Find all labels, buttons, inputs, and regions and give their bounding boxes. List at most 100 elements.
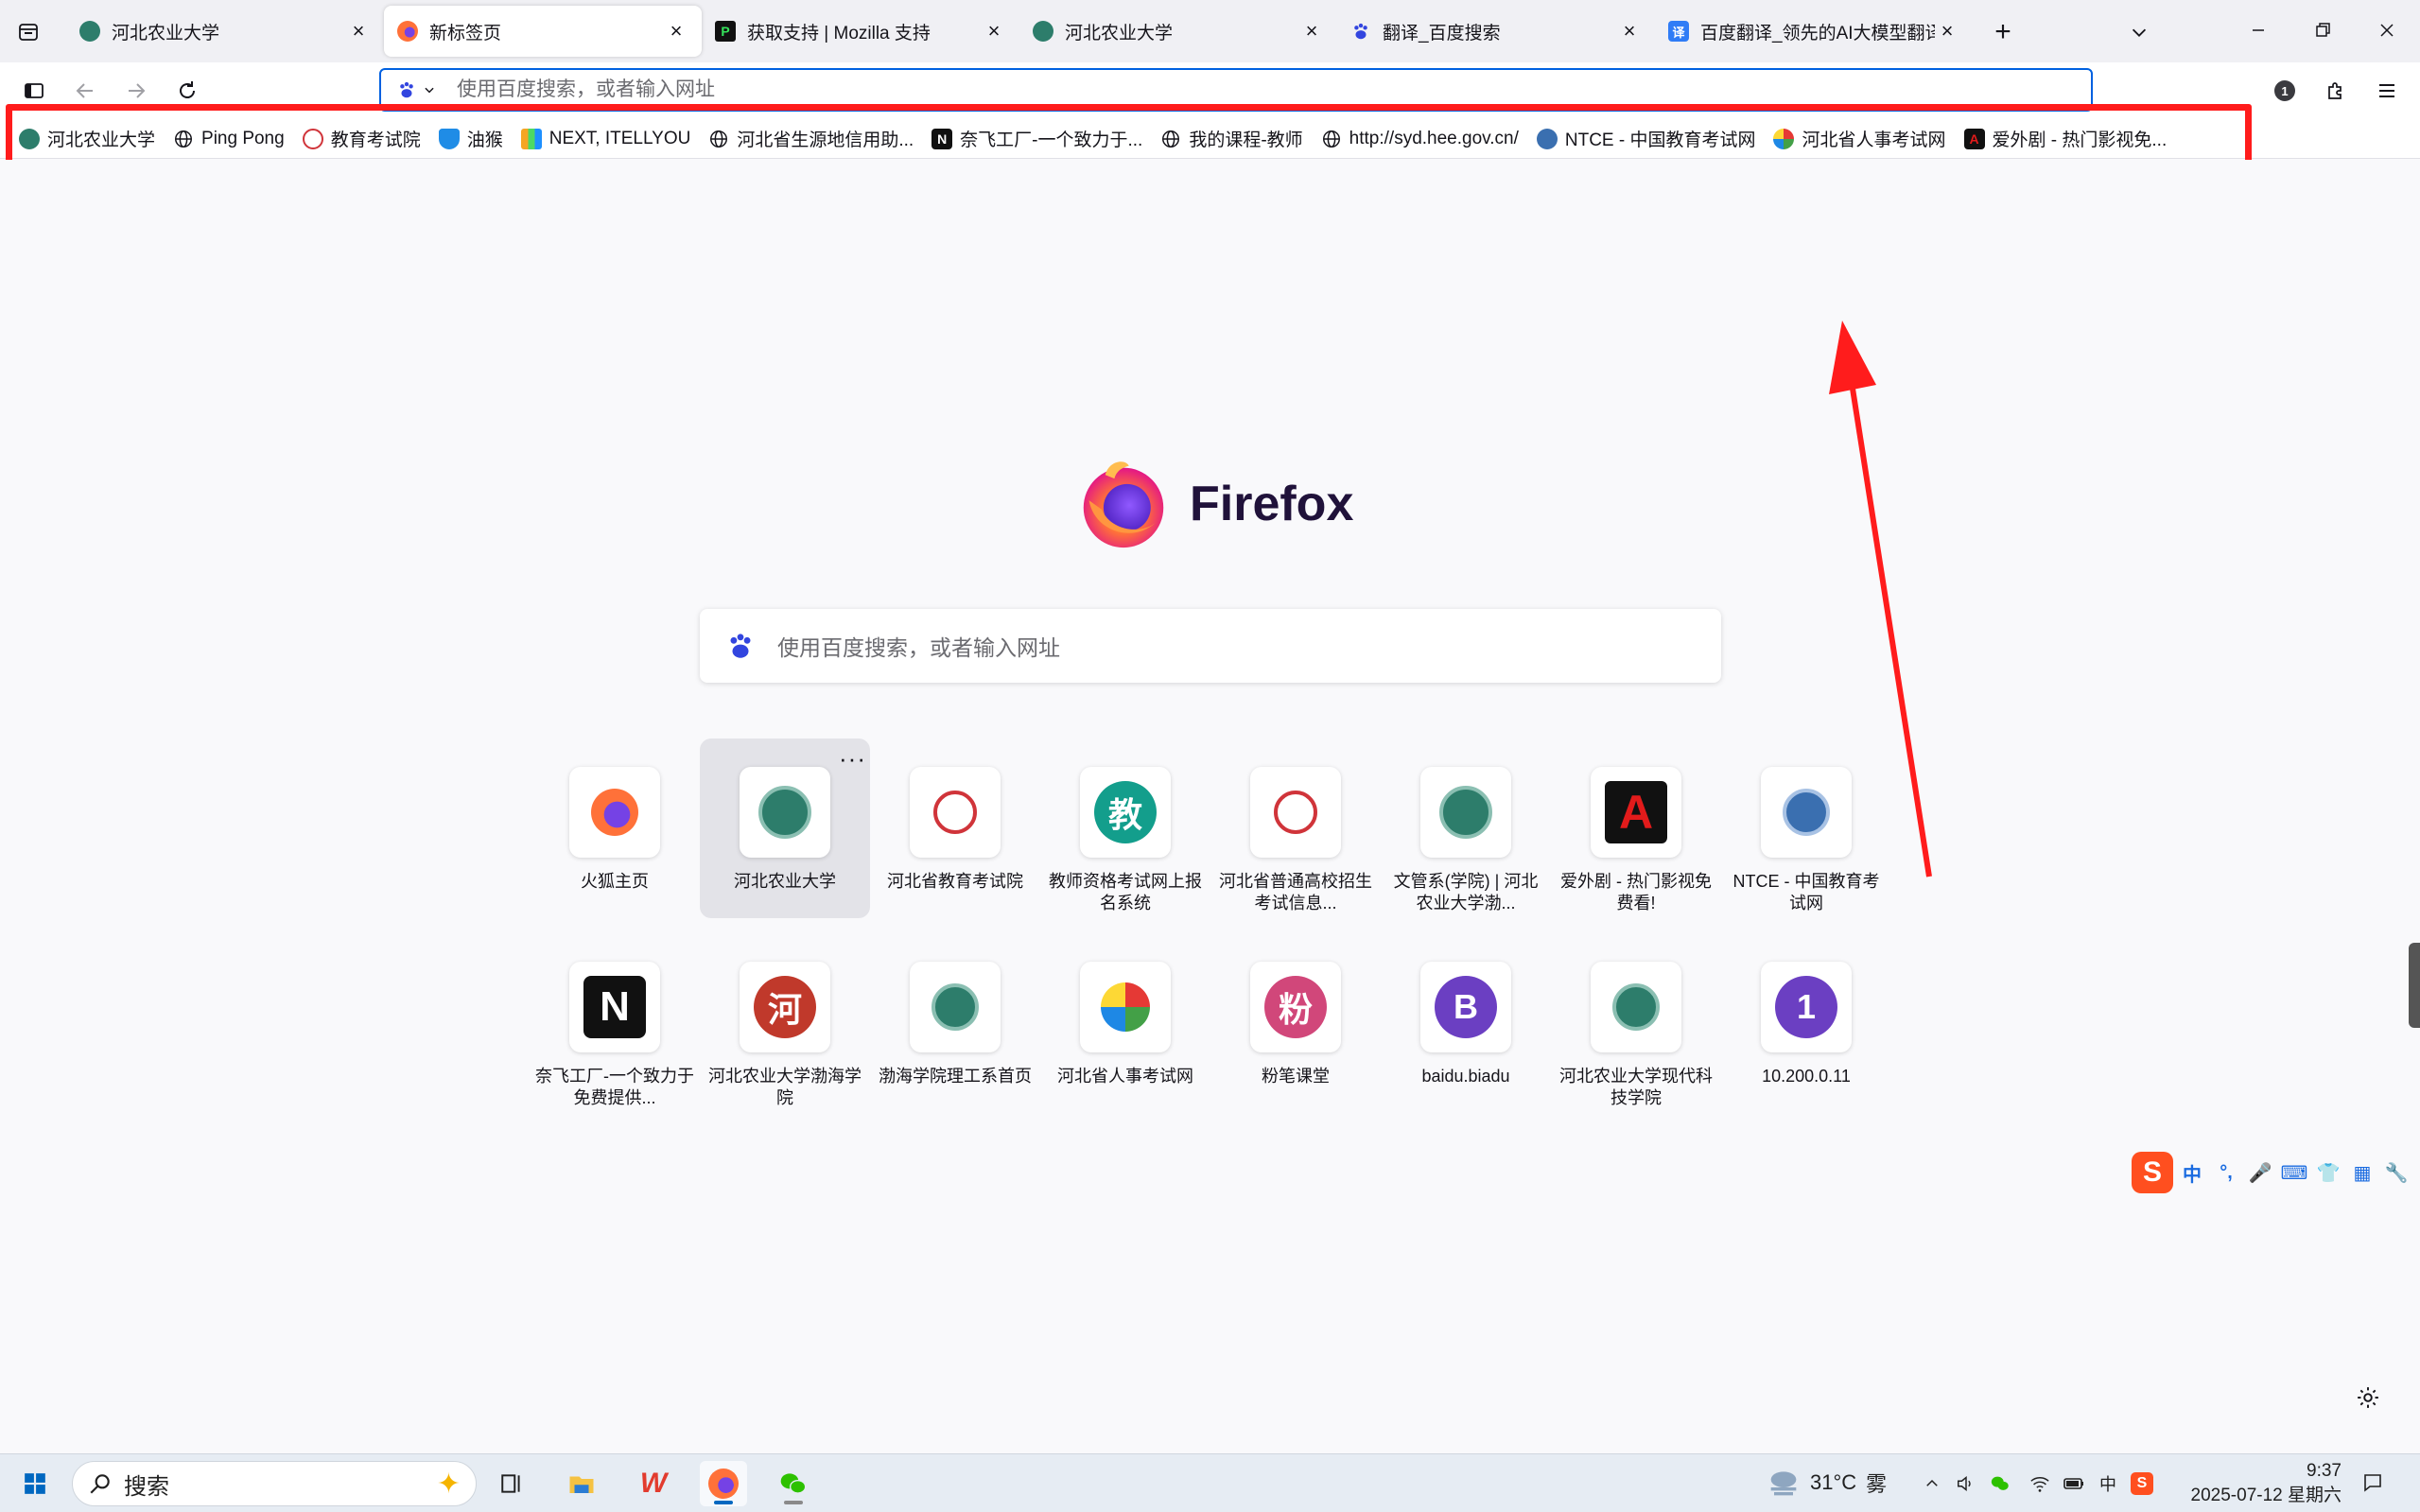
bookmark-label: 河北省生源地信用助... <box>737 130 914 150</box>
volume-button[interactable] <box>1950 1468 1982 1500</box>
close-icon[interactable]: × <box>1299 19 1324 43</box>
side-panel-handle[interactable] <box>2409 943 2420 1028</box>
close-icon[interactable]: × <box>982 19 1006 43</box>
plus-icon: + <box>1994 16 2011 47</box>
tab-new-tab[interactable]: 新标签页 × <box>384 6 702 57</box>
bookmark-item[interactable]: A 爱外剧 - 热门影视免... <box>1959 123 2173 155</box>
shortcut-label: 文管系(学院) | 河北农业大学渤... <box>1393 872 1539 912</box>
bookmark-item[interactable]: 河北省生源地信用助... <box>703 123 919 155</box>
reload-button[interactable] <box>170 74 204 108</box>
sogou-ime-logo-icon[interactable]: S <box>2132 1152 2173 1193</box>
shortcut-tile[interactable]: A 爱外剧 - 热门影视免费看! <box>1551 739 1721 918</box>
tab-hebau-2[interactable]: 河北农业大学 × <box>1019 6 1337 57</box>
university-seal-icon <box>931 983 979 1031</box>
firefox-taskbar-button[interactable] <box>700 1461 747 1506</box>
sidebar-toggle-button[interactable] <box>17 74 51 108</box>
bookmark-item[interactable]: 我的课程-教师 <box>1155 123 1308 155</box>
chevron-down-icon <box>425 87 434 94</box>
input-method-indicator[interactable]: 中 <box>2092 1468 2124 1500</box>
address-bar[interactable] <box>379 68 2093 112</box>
wechat-tray-button[interactable] <box>1984 1468 2016 1500</box>
url-input[interactable] <box>447 78 2091 101</box>
show-hidden-icons-button[interactable] <box>1916 1468 1948 1500</box>
notification-icon <box>2364 1474 2381 1492</box>
toolbox-icon[interactable]: ▦ <box>2347 1157 2377 1188</box>
shortcut-tile[interactable]: 火狐主页 <box>530 739 700 918</box>
taskbar-search[interactable]: 搜索 ✦ <box>72 1461 477 1506</box>
weather-widget[interactable]: 31°C 雾 <box>1765 1464 1887 1502</box>
shortcut-tile[interactable]: 河北农业大学现代科技学院 <box>1551 933 1721 1113</box>
bookmark-item[interactable]: NTCE - 中国教育考试网 <box>1531 123 1762 155</box>
wechat-button[interactable] <box>770 1461 817 1506</box>
tab-mozilla-support[interactable]: P 获取支持 | Mozilla 支持 × <box>702 6 1019 57</box>
shortcut-tile[interactable]: 河北省人事考试网 <box>1040 933 1210 1113</box>
notion-n-icon: N <box>931 128 953 149</box>
shortcut-tile[interactable]: 河北农业大学 ··· <box>700 739 870 918</box>
battery-button[interactable] <box>2058 1468 2090 1500</box>
close-icon[interactable]: × <box>664 19 688 43</box>
bookmark-item[interactable]: NEXT, ITELLYOU <box>515 123 697 155</box>
search-engine-button[interactable] <box>385 72 447 108</box>
start-button[interactable] <box>11 1461 59 1506</box>
bookmark-item[interactable]: Ping Pong <box>167 123 290 155</box>
tab-overview-button[interactable] <box>11 15 45 49</box>
bookmark-label: 我的课程-教师 <box>1189 130 1303 150</box>
extension-button[interactable]: 1 <box>2268 74 2302 108</box>
keyboard-icon[interactable]: ⌨ <box>2279 1157 2309 1188</box>
new-tab-button[interactable]: + <box>1986 15 2020 49</box>
ntce-seal-icon <box>1536 128 1558 149</box>
notification-center-button[interactable] <box>2357 1467 2389 1499</box>
shortcut-tile[interactable]: 教 教师资格考试网上报名系统 <box>1040 739 1210 918</box>
back-arrow-icon <box>76 83 93 98</box>
task-view-button[interactable] <box>488 1461 535 1506</box>
back-button[interactable] <box>68 74 102 108</box>
close-icon[interactable]: × <box>1617 19 1642 43</box>
shortcut-tile[interactable]: B baidu.biadu <box>1381 933 1551 1113</box>
shortcut-tile[interactable]: NTCE - 中国教育考试网 <box>1721 739 1891 918</box>
shortcut-tile[interactable]: 河 河北农业大学渤海学院 <box>700 933 870 1113</box>
sogou-tray-button[interactable]: S <box>2126 1468 2158 1500</box>
extensions-menu-button[interactable] <box>2319 74 2353 108</box>
tab-hebau-1[interactable]: 河北农业大学 × <box>66 6 384 57</box>
tab-baidu-search[interactable]: 翻译_百度搜索 × <box>1337 6 1655 57</box>
personalize-newtab-button[interactable] <box>2351 1381 2385 1415</box>
restore-button[interactable] <box>2304 13 2342 47</box>
shortcut-label: 河北农业大学渤海学院 <box>708 1067 862 1107</box>
shortcut-tile[interactable]: 文管系(学院) | 河北农业大学渤... <box>1381 739 1551 918</box>
settings-wrench-icon[interactable]: 🔧 <box>2381 1157 2411 1188</box>
shortcut-tile[interactable]: N 奈飞工厂-一个致力于免费提供... <box>530 933 700 1113</box>
shortcut-tile[interactable]: 河北省教育考试院 <box>870 739 1040 918</box>
bookmark-item[interactable]: http://syd.hee.gov.cn/ <box>1315 123 1524 155</box>
shortcut-tile[interactable]: 渤海学院理工系首页 <box>870 933 1040 1113</box>
app-menu-button[interactable] <box>2370 74 2404 108</box>
list-all-tabs-button[interactable] <box>2122 15 2156 49</box>
skin-icon[interactable]: 👕 <box>2313 1157 2343 1188</box>
ime-punctuation-icon[interactable]: °, <box>2211 1157 2241 1188</box>
forward-button[interactable] <box>119 74 153 108</box>
more-options-icon[interactable]: ··· <box>839 744 866 773</box>
clock-time: 9:37 <box>2307 1461 2342 1481</box>
restore-icon <box>2316 23 2330 37</box>
wps-button[interactable]: W <box>630 1461 677 1506</box>
newtab-search-box[interactable]: 使用百度搜索，或者输入网址 <box>700 609 1721 683</box>
microphone-icon[interactable]: 🎤 <box>2245 1157 2275 1188</box>
system-clock[interactable]: 9:37 2025-07-12 星期六 <box>2175 1459 2342 1508</box>
bookmark-item[interactable]: 河北省人事考试网 <box>1767 123 1951 155</box>
ime-chinese-mode[interactable]: 中 <box>2177 1157 2207 1188</box>
shortcut-tile[interactable]: 1 10.200.0.11 <box>1721 933 1891 1113</box>
network-button[interactable] <box>2024 1468 2056 1500</box>
close-icon[interactable]: × <box>1935 19 1959 43</box>
shortcut-icon-box <box>1250 767 1341 858</box>
tab-baidu-translate[interactable]: 译 百度翻译_领先的AI大模型翻译_ × <box>1655 6 1973 57</box>
bookmark-item[interactable]: 教育考试院 <box>297 123 427 155</box>
shortcut-tile[interactable]: 粉 粉笔课堂 <box>1210 933 1381 1113</box>
shortcut-tile[interactable]: 河北省普通高校招生考试信息... <box>1210 739 1381 918</box>
close-icon[interactable]: × <box>346 19 371 43</box>
minimize-button[interactable] <box>2239 13 2277 47</box>
file-explorer-button[interactable] <box>558 1461 605 1506</box>
bookmark-item[interactable]: 河北农业大学 <box>13 123 161 155</box>
bookmark-label: Ping Pong <box>201 128 285 148</box>
close-window-button[interactable] <box>2368 13 2406 47</box>
bookmark-item[interactable]: N 奈飞工厂-一个致力于... <box>926 123 1148 155</box>
bookmark-item[interactable]: 油猴 <box>433 123 509 155</box>
